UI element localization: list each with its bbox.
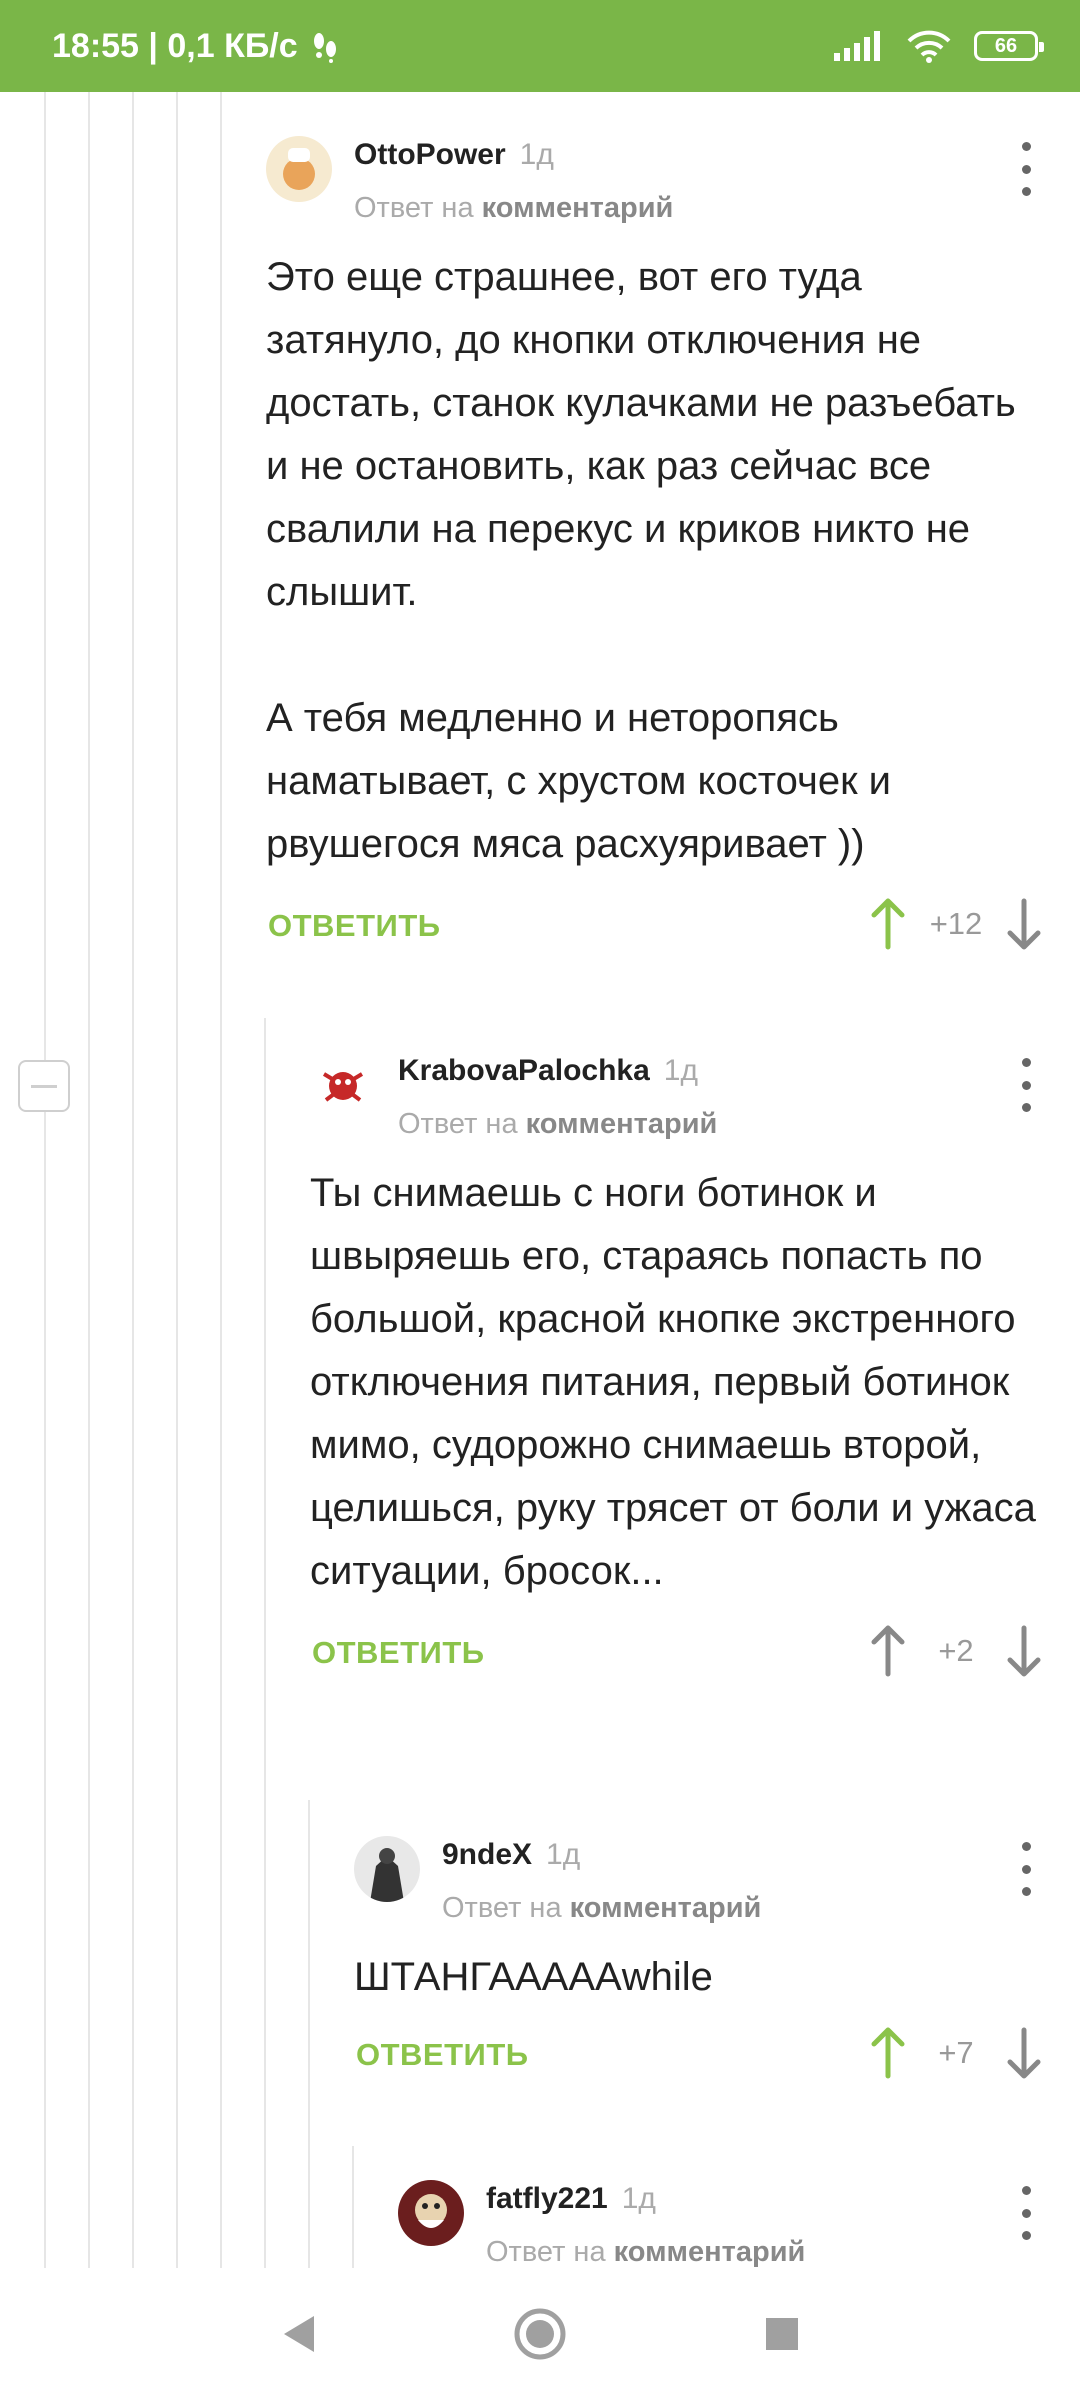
reply-button[interactable]: ОТВЕТИТЬ xyxy=(312,1635,485,1671)
wifi-icon xyxy=(907,30,951,63)
comment-time: 1д xyxy=(663,1054,698,1087)
reply-to-line: Ответ на комментарий xyxy=(442,1892,761,1925)
avatar[interactable] xyxy=(354,1836,420,1902)
navigation-bar xyxy=(0,2268,1080,2400)
comment-score: +12 xyxy=(929,906,983,941)
comment: 9ndeX 1д Ответ на комментарий ШТАНГАААААw… xyxy=(354,1836,1080,2103)
upvote-icon[interactable] xyxy=(868,2026,908,2080)
downvote-icon[interactable] xyxy=(1004,897,1044,951)
author-name[interactable]: OttoPower xyxy=(354,138,506,171)
downvote-icon[interactable] xyxy=(1004,1624,1044,1678)
comment-score: +2 xyxy=(938,1633,974,1668)
comment-time: 1д xyxy=(621,2182,656,2215)
comment-menu-icon[interactable] xyxy=(1016,142,1036,196)
comment-menu-icon[interactable] xyxy=(1016,1058,1036,1112)
vote-controls: +12 xyxy=(868,894,1044,954)
upvote-icon[interactable] xyxy=(868,1624,908,1678)
comment: KrabovaPalochka 1д Ответ на комментарий Т… xyxy=(310,1052,1080,1701)
comment-author[interactable]: fatfly221 1д xyxy=(486,2182,656,2216)
comment-menu-icon[interactable] xyxy=(1016,1842,1036,1896)
recents-icon[interactable] xyxy=(762,2314,802,2354)
comment-score: +7 xyxy=(938,2035,974,2070)
thread-line xyxy=(220,92,222,2268)
signal-icon xyxy=(834,31,880,61)
reply-to-link[interactable]: комментарий xyxy=(570,1892,762,1924)
reply-to-prefix: Ответ на xyxy=(486,2236,606,2268)
status-left: 18:55 | 0,1 КБ/с xyxy=(52,27,340,66)
comment: OttoPower 1д Ответ на комментарий Это еще… xyxy=(266,136,1080,974)
avatar[interactable] xyxy=(266,136,332,202)
footsteps-icon xyxy=(313,33,336,63)
comment-text: Ты снимаешь с ноги ботинок и швыряешь ег… xyxy=(310,1171,1036,1593)
comment-actions: ОТВЕТИТЬ +2 xyxy=(310,1621,1080,1701)
comment-actions: ОТВЕТИТЬ +12 xyxy=(266,894,1080,974)
reply-to-prefix: Ответ на xyxy=(354,192,474,224)
reply-to-prefix: Ответ на xyxy=(398,1108,518,1140)
reply-to-link[interactable]: комментарий xyxy=(614,2236,806,2268)
avatar[interactable] xyxy=(398,2180,464,2246)
status-bar: 18:55 | 0,1 КБ/с 66 xyxy=(0,0,1080,92)
reply-button[interactable]: ОТВЕТИТЬ xyxy=(268,908,441,944)
reply-button[interactable]: ОТВЕТИТЬ xyxy=(356,2037,529,2073)
comment-text: Это еще страшнее, вот его туда затянуло,… xyxy=(266,255,1016,866)
comment-header: OttoPower 1д Ответ на комментарий xyxy=(266,136,1080,246)
battery-icon: 66 xyxy=(974,31,1044,61)
thread-line xyxy=(132,92,134,2268)
reply-to-prefix: Ответ на xyxy=(442,1892,562,1924)
comment-text: ШТАНГАААААwhile xyxy=(354,1955,713,1999)
comment-actions: ОТВЕТИТЬ +7 xyxy=(354,2023,1080,2103)
author-name[interactable]: 9ndeX xyxy=(442,1838,532,1871)
avatar[interactable] xyxy=(310,1052,376,1118)
comment-menu-icon[interactable] xyxy=(1016,2186,1036,2240)
thread-line xyxy=(264,1018,266,2268)
downvote-icon[interactable] xyxy=(1004,2026,1044,2080)
comment-author[interactable]: 9ndeX 1д xyxy=(442,1838,580,1872)
thread-line xyxy=(352,2146,354,2268)
collapse-thread-button[interactable] xyxy=(18,1060,70,1112)
vote-controls: +7 xyxy=(868,2023,1044,2083)
reply-to-link[interactable]: комментарий xyxy=(526,1108,718,1140)
comment-time: 1д xyxy=(519,138,554,171)
back-icon[interactable] xyxy=(278,2312,318,2356)
author-name[interactable]: fatfly221 xyxy=(486,2182,608,2215)
thread-line xyxy=(176,92,178,2268)
upvote-icon[interactable] xyxy=(868,897,908,951)
status-time-speed: 18:55 | 0,1 КБ/с xyxy=(52,26,298,65)
battery-level: 66 xyxy=(994,34,1018,57)
thread-line xyxy=(44,92,46,2268)
comment-author[interactable]: OttoPower 1д xyxy=(354,138,554,172)
vote-controls: +2 xyxy=(868,1621,1044,1681)
author-name[interactable]: KrabovaPalochka xyxy=(398,1054,650,1087)
reply-to-link[interactable]: комментарий xyxy=(482,192,674,224)
comment-header: 9ndeX 1д Ответ на комментарий xyxy=(354,1836,1080,1946)
reply-to-line: Ответ на комментарий xyxy=(354,192,673,225)
comment-header: KrabovaPalochka 1д Ответ на комментарий xyxy=(310,1052,1080,1162)
reply-to-line: Ответ на комментарий xyxy=(398,1108,717,1141)
home-icon[interactable] xyxy=(513,2307,567,2361)
thread-line xyxy=(88,92,90,2268)
thread-line xyxy=(308,1800,310,2268)
reply-to-line: Ответ на комментарий xyxy=(486,2236,805,2269)
comment-time: 1д xyxy=(546,1838,581,1871)
status-right: 66 xyxy=(834,29,1044,63)
comment-author[interactable]: KrabovaPalochka 1д xyxy=(398,1054,698,1088)
